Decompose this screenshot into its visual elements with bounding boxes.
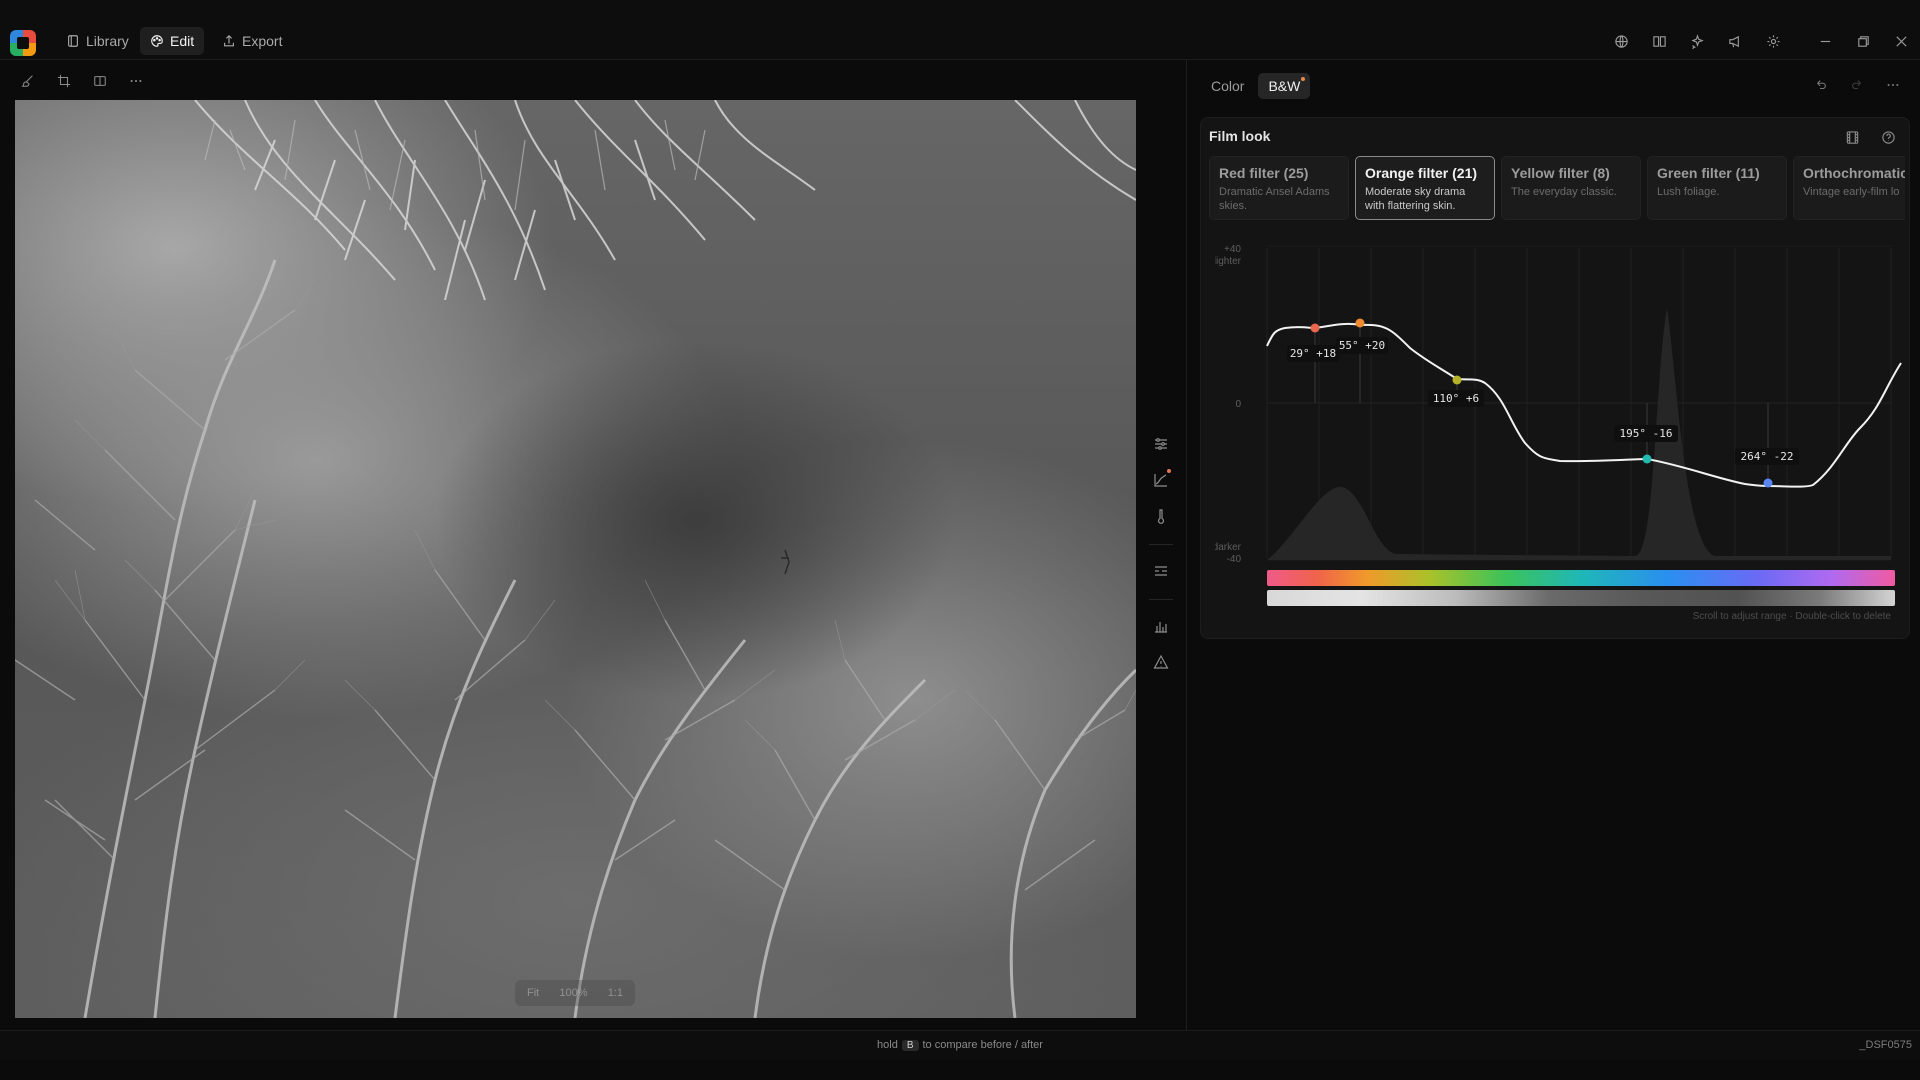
nav-tab-library[interactable]: Library [56, 27, 139, 55]
preset-title: Red filter (25) [1219, 165, 1309, 181]
mode-tabs: Color B&W [1201, 73, 1311, 99]
zoom-fit-label[interactable]: Fit [527, 987, 539, 999]
crop-icon[interactable] [50, 70, 78, 92]
control-point-264[interactable] [1763, 478, 1773, 488]
canvas-toolbar [14, 70, 150, 92]
film-look-title: Film look [1209, 128, 1271, 144]
window-controls [1602, 30, 1920, 52]
side-toolbar [1143, 430, 1179, 684]
close-icon[interactable] [1882, 30, 1920, 52]
sliders-icon[interactable] [1147, 430, 1175, 458]
file-name: _DSF0575 [1859, 1039, 1912, 1051]
globe-icon[interactable] [1602, 30, 1640, 52]
sparkles-icon[interactable] [1678, 30, 1716, 52]
preset-orange-filter[interactable]: Orange filter (21) Moderate sky drama wi… [1355, 156, 1495, 220]
histogram-icon[interactable] [1147, 612, 1175, 640]
nav-tab-export[interactable]: Export [212, 27, 292, 55]
luminance-bar [1267, 590, 1895, 606]
photo-image [15, 100, 1136, 1018]
zoom-control[interactable]: Fit 100% 1:1 [515, 980, 635, 1006]
title-bar: Library Edit Export [0, 0, 1920, 60]
undo-icon[interactable] [1808, 74, 1834, 96]
zoom-1to1-label[interactable]: 1:1 [608, 987, 623, 999]
compare-prefix: hold [877, 1039, 898, 1051]
preset-yellow-filter[interactable]: Yellow filter (8) The everyday classic. [1501, 156, 1641, 220]
zoom-value: 100% [559, 987, 588, 999]
preset-green-filter[interactable]: Green filter (11) Lush foliage. [1647, 156, 1787, 220]
preset-description: The everyday classic. [1511, 186, 1617, 198]
compare-split-icon[interactable] [86, 70, 114, 92]
nav-tab-label: Edit [170, 33, 195, 49]
preset-description: Dramatic Ansel Adams skies. [1219, 186, 1330, 212]
book-icon[interactable] [1640, 30, 1678, 52]
gear-icon[interactable] [1754, 30, 1792, 52]
thermometer-icon[interactable] [1147, 502, 1175, 530]
film-look-icons [1841, 126, 1899, 148]
list-icon[interactable] [1147, 557, 1175, 585]
control-point-55[interactable] [1355, 318, 1365, 328]
brush-icon[interactable] [14, 70, 42, 92]
nav-tab-label: Export [242, 33, 283, 49]
film-presets: Red filter (25) Dramatic Ansel Adams ski… [1209, 156, 1905, 222]
preset-red-filter[interactable]: Red filter (25) Dramatic Ansel Adams ski… [1209, 156, 1349, 220]
film-look-card: Film look Red filter (25) Dramatic Ansel… [1200, 117, 1910, 639]
status-bar: hold Bto compare before / after _DSF0575 [0, 1030, 1920, 1060]
control-point-29[interactable] [1310, 323, 1320, 333]
point-label: 195° -16 [1620, 427, 1673, 440]
point-label: 29° +18 [1290, 347, 1336, 360]
y-axis-top: +40 [1224, 244, 1241, 255]
minimize-icon[interactable] [1806, 30, 1844, 52]
point-label: 55° +20 [1339, 339, 1385, 352]
panel-divider [1186, 60, 1187, 1030]
preset-description: Vintage early-film lo [1803, 186, 1900, 198]
modified-indicator [1301, 77, 1306, 81]
nav-tab-edit[interactable]: Edit [140, 27, 205, 55]
restore-icon[interactable] [1844, 30, 1882, 52]
preset-title: Green filter (11) [1657, 165, 1760, 181]
palette-icon [151, 35, 163, 47]
tab-bw[interactable]: B&W [1258, 73, 1311, 99]
more-icon[interactable] [122, 70, 150, 92]
graph-hint: Scroll to adjust range · Double-click to… [1692, 611, 1891, 622]
nav-tab-label: Library [86, 33, 129, 49]
preset-title: Yellow filter (8) [1511, 165, 1610, 181]
control-point-195[interactable] [1642, 454, 1652, 464]
export-icon [224, 34, 234, 47]
preset-description: Lush foliage. [1657, 186, 1720, 198]
y-axis-bottom: -40 [1227, 554, 1242, 565]
warning-icon[interactable] [1147, 648, 1175, 676]
y-axis-top-label: lighter [1215, 256, 1242, 267]
tab-color[interactable]: Color [1201, 73, 1254, 99]
point-label: 264° -22 [1741, 450, 1794, 463]
redo-icon[interactable] [1844, 74, 1870, 96]
app-logo [10, 30, 36, 56]
divider [1149, 544, 1173, 545]
tab-label: B&W [1268, 78, 1301, 94]
spectrum-bars [1267, 570, 1895, 606]
megaphone-icon[interactable] [1716, 30, 1754, 52]
compare-hint: hold Bto compare before / after [0, 1039, 1920, 1051]
compare-key: B [901, 1040, 919, 1051]
y-axis-bottom-label: darker [1215, 542, 1242, 553]
more-icon[interactable] [1880, 74, 1906, 96]
y-axis-zero: 0 [1235, 399, 1241, 410]
preset-title: Orange filter (21) [1365, 165, 1478, 181]
film-strip-icon[interactable] [1841, 126, 1863, 148]
hue-bar[interactable] [1267, 570, 1895, 586]
modified-indicator [1167, 469, 1171, 473]
photo-canvas[interactable]: Fit 100% 1:1 [15, 100, 1136, 1018]
preset-title: Orthochromatic [1803, 165, 1905, 181]
preset-description: Moderate sky drama with flattering skin. [1365, 186, 1466, 212]
control-point-110[interactable] [1452, 375, 1462, 385]
divider [1149, 599, 1173, 600]
compare-suffix: to compare before / after [922, 1039, 1043, 1051]
tab-label: Color [1211, 78, 1245, 94]
point-label: 110° +6 [1433, 392, 1479, 405]
panel-header-icons [1808, 74, 1906, 96]
help-icon[interactable] [1877, 126, 1899, 148]
curve-icon[interactable] [1147, 466, 1175, 494]
library-icon [68, 35, 78, 47]
preset-orthochromatic[interactable]: Orthochromatic Vintage early-film lo [1793, 156, 1905, 220]
hue-luminance-graph[interactable]: +40 lighter 0 darker -40 29° +18 55° +20 [1215, 238, 1905, 568]
